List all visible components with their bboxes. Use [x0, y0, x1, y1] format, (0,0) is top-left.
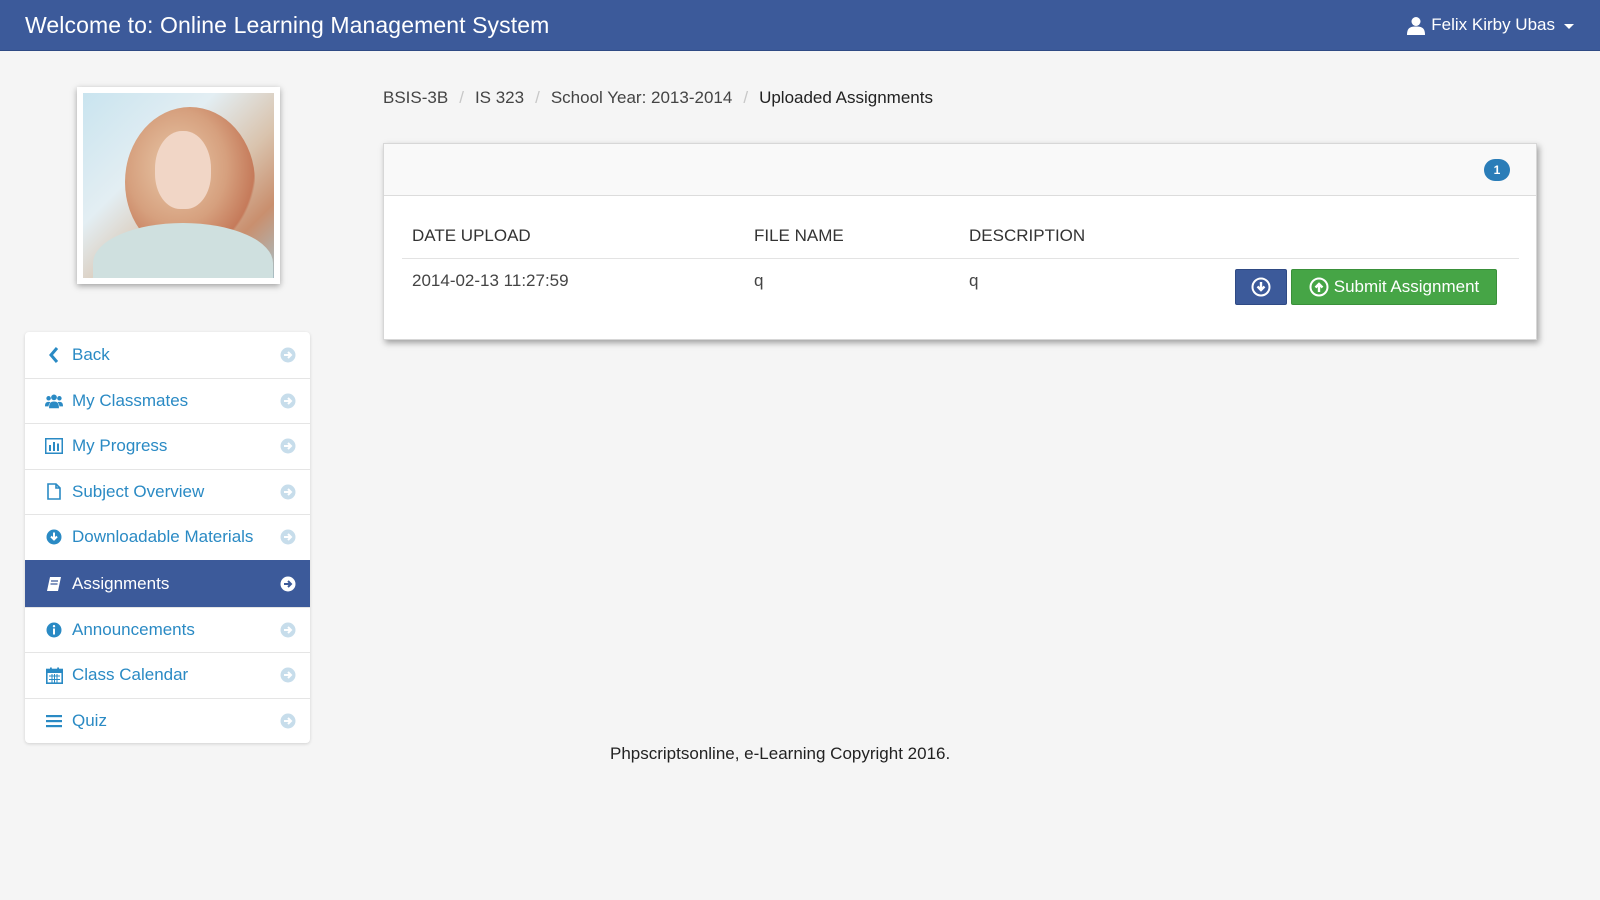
sidebar-item-label: Subject Overview: [72, 481, 205, 501]
download-circle-icon: [1251, 277, 1271, 296]
arrow-circle-right-icon: [280, 347, 296, 363]
sidebar-item-announcements[interactable]: Announcements: [25, 606, 310, 653]
sidebar-item-label: Assignments: [72, 573, 170, 593]
book-icon: [45, 575, 63, 593]
cell-date-upload: 2014-02-13 11:27:59: [412, 270, 569, 290]
breadcrumb-separator: /: [535, 88, 540, 107]
list-icon: [45, 712, 63, 730]
sidebar-item-label: Announcements: [72, 619, 195, 639]
users-icon: [45, 392, 63, 410]
arrow-circle-right-icon: [280, 393, 296, 409]
file-icon: [45, 483, 63, 501]
profile-avatar: [77, 87, 280, 284]
bar-chart-icon: [45, 437, 63, 455]
arrow-circle-right-icon: [280, 576, 296, 591]
site-title[interactable]: Welcome to: Online Learning Management S…: [25, 12, 549, 39]
download-button[interactable]: [1235, 268, 1287, 305]
uploaded-assignments-panel: 1 DATE UPLOAD FILE NAME DESCRIPTION 2014…: [383, 143, 1537, 340]
column-header-file-name: FILE NAME: [744, 214, 959, 259]
panel-header: 1: [384, 144, 1536, 196]
sidebar-item-label: Class Calendar: [72, 665, 189, 685]
calendar-icon: [45, 666, 63, 684]
column-header-actions: [1219, 214, 1519, 259]
breadcrumb-separator: /: [459, 88, 464, 107]
user-name: Felix Kirby Ubas: [1431, 15, 1555, 34]
download-circle-icon: [45, 528, 63, 546]
cell-description: q: [969, 270, 979, 290]
arrow-circle-right-icon: [280, 484, 296, 500]
breadcrumb: BSIS-3B / IS 323 / School Year: 2013-201…: [383, 88, 933, 108]
sidebar-item-quiz[interactable]: Quiz: [25, 697, 310, 744]
sidebar-item-back[interactable]: Back: [25, 332, 310, 378]
sidebar-item-my-classmates[interactable]: My Classmates: [25, 377, 310, 424]
arrow-circle-right-icon: [280, 713, 296, 729]
sidebar-item-label: My Progress: [72, 436, 168, 456]
sidebar-item-my-progress[interactable]: My Progress: [25, 423, 310, 469]
sidebar-item-class-calendar[interactable]: Class Calendar: [25, 652, 310, 698]
table-row: 2014-02-13 11:27:59 q q Submit Assignmen…: [402, 258, 1519, 306]
sidebar-item-subject-overview[interactable]: Subject Overview: [25, 468, 310, 515]
sidebar-item-label: My Classmates: [72, 390, 189, 410]
profile-photo: [83, 93, 274, 278]
sidebar-item-downloadable-materials[interactable]: Downloadable Materials: [25, 514, 310, 560]
arrow-circle-right-icon: [280, 529, 296, 545]
arrow-circle-right-icon: [280, 622, 296, 638]
sidebar-item-label: Downloadable Materials: [72, 527, 254, 547]
caret-down-icon: [1564, 23, 1574, 29]
info-icon: [45, 621, 63, 639]
submit-assignment-button[interactable]: Submit Assignment: [1291, 268, 1497, 305]
user-icon: [1407, 16, 1426, 35]
breadcrumb-item-school-year[interactable]: School Year: 2013-2014: [551, 88, 733, 108]
arrow-circle-right-icon: [280, 438, 296, 454]
footer-copyright: Phpscriptsonline, e-Learning Copyright 2…: [610, 744, 951, 763]
cell-actions: Submit Assignment: [1219, 258, 1519, 306]
breadcrumb-separator: /: [743, 88, 749, 107]
table-header-row: DATE UPLOAD FILE NAME DESCRIPTION: [402, 214, 1519, 259]
sidebar-nav: Back My Classmates My Progress Subject O…: [25, 332, 310, 743]
count-badge: 1: [1484, 159, 1510, 181]
chevron-left-icon: [45, 346, 63, 364]
sidebar-item-assignments[interactable]: Assignments: [25, 559, 310, 607]
column-header-date-upload: DATE UPLOAD: [402, 214, 744, 259]
cell-file-name: q: [754, 270, 764, 290]
upload-circle-icon: [1309, 277, 1329, 296]
breadcrumb-current: Uploaded Assignments: [759, 88, 933, 107]
breadcrumb-item-subject[interactable]: IS 323: [475, 88, 524, 108]
sidebar-item-label: Back: [72, 344, 110, 364]
column-header-description: DESCRIPTION: [959, 214, 1219, 259]
arrow-circle-right-icon: [280, 667, 296, 683]
top-navbar: Welcome to: Online Learning Management S…: [0, 0, 1600, 51]
submit-assignment-label: Submit Assignment: [1333, 276, 1480, 296]
breadcrumb-item-class[interactable]: BSIS-3B: [383, 88, 448, 108]
user-menu-dropdown[interactable]: Felix Kirby Ubas: [1407, 15, 1574, 35]
sidebar-item-label: Quiz: [72, 710, 107, 730]
assignments-table: DATE UPLOAD FILE NAME DESCRIPTION 2014-0…: [402, 214, 1519, 306]
